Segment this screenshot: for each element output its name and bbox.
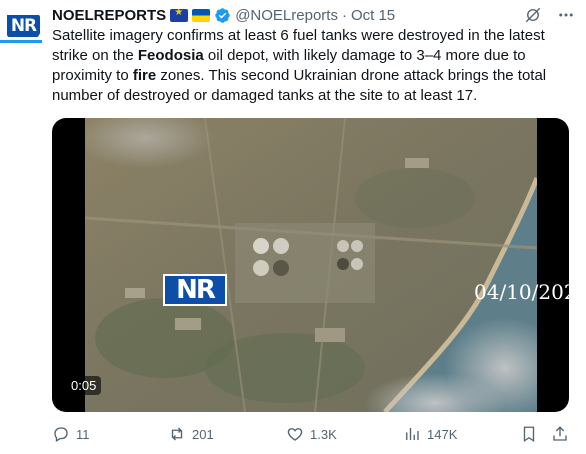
media-date-overlay: 04/10/2025 — [474, 280, 569, 304]
bookmark-icon — [523, 426, 535, 443]
views-button[interactable]: 147K — [403, 422, 457, 446]
repost-count: 201 — [192, 426, 214, 442]
avatar[interactable]: NR — [4, 6, 42, 44]
media-nr-logo: NR — [163, 274, 227, 306]
reply-count: 11 — [76, 426, 90, 442]
bookmark-button[interactable] — [520, 422, 538, 446]
timestamp[interactable]: Oct 15 — [351, 7, 395, 24]
video-player[interactable]: NR 04/10/2025 — [52, 118, 569, 412]
display-name[interactable]: NOELREPORTS — [52, 7, 166, 24]
like-button[interactable]: 1.3K — [286, 422, 337, 446]
video-duration: 0:05 — [66, 376, 102, 395]
views-count: 147K — [427, 426, 458, 442]
action-bar: 11 201 1.3K 147K — [0, 422, 586, 446]
separator-dot: · — [341, 6, 347, 24]
share-icon — [553, 426, 567, 441]
satellite-image — [85, 118, 537, 412]
eu-flag-icon — [170, 8, 189, 22]
more-icon[interactable] — [556, 6, 576, 24]
avatar-logo: NR — [7, 15, 40, 37]
tweet-text: Satellite imagery confirms at least 6 fu… — [52, 26, 576, 106]
repost-icon — [171, 427, 183, 441]
ukraine-flag-icon — [192, 8, 211, 22]
reply-button[interactable]: 11 — [52, 422, 90, 446]
share-button[interactable] — [551, 422, 569, 446]
tweet[interactable]: NR NOELREPORTS @NOELreports · Oct 15 Sat… — [0, 0, 586, 454]
like-count: 1.3K — [310, 426, 337, 442]
reply-icon — [54, 427, 68, 442]
verified-icon[interactable] — [214, 7, 231, 24]
avatar-highlight — [0, 40, 42, 43]
repost-button[interactable]: 201 — [168, 422, 214, 446]
tweet-text-bold: fire — [132, 67, 157, 84]
tweet-text-bold: Feodosia — [137, 47, 204, 64]
tweet-header: NOELREPORTS @NOELreports · Oct 15 — [52, 5, 395, 25]
like-icon — [287, 428, 303, 441]
views-icon — [406, 428, 419, 440]
handle[interactable]: @NOELreports — [235, 7, 338, 24]
grok-icon[interactable] — [524, 6, 542, 24]
